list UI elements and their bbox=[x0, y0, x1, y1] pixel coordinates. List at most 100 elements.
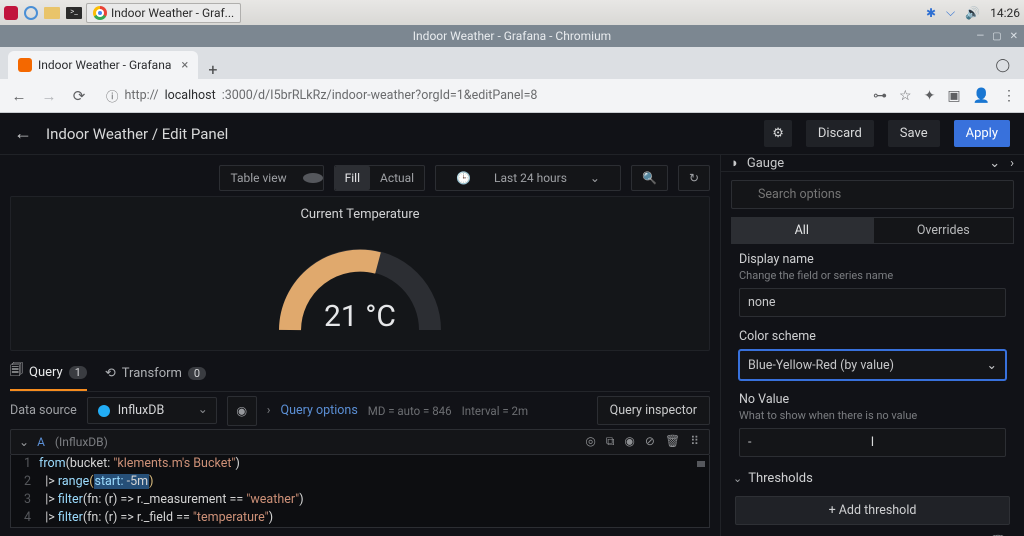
os-taskbar: >_ Indoor Weather - Graf... ✱ ⌵ 🔊 14:26 bbox=[0, 0, 1024, 25]
bluetooth-icon[interactable]: ✱ bbox=[926, 6, 936, 20]
no-value-label: No Value bbox=[739, 392, 1006, 407]
browser-launcher-icon[interactable] bbox=[24, 6, 38, 20]
grafana-header: ← Indoor Weather / Edit Panel ⚙ Discard … bbox=[0, 113, 1024, 155]
query-options-link[interactable]: Query options bbox=[281, 403, 358, 418]
chrome-menu-icon[interactable]: ◯ bbox=[995, 58, 1010, 73]
gauge-chart: 21 °C bbox=[260, 230, 460, 340]
md-info: MD = auto = 846 bbox=[368, 404, 452, 418]
chevron-right-icon[interactable]: › bbox=[1010, 156, 1014, 171]
fill-actual-toggle[interactable]: FillActual bbox=[334, 165, 426, 191]
query-count-badge: 1 bbox=[69, 366, 87, 379]
clock-icon: 🕒 bbox=[446, 166, 481, 190]
chevron-down-icon: ⌄ bbox=[987, 357, 997, 373]
grafana-favicon-icon bbox=[18, 58, 32, 72]
chrome-overflow-icon[interactable]: ⋮ bbox=[1002, 88, 1016, 104]
bookmark-icon[interactable]: ☆ bbox=[899, 88, 912, 104]
key-icon[interactable]: ⊶ bbox=[873, 88, 887, 104]
no-value-input[interactable]: - I bbox=[739, 428, 1006, 457]
clock[interactable]: 14:26 bbox=[990, 6, 1020, 20]
query-label: A bbox=[37, 435, 55, 449]
flux-editor[interactable]: 1from(bucket: "klements.m's Bucket") 2 |… bbox=[10, 455, 710, 529]
options-search-input[interactable] bbox=[731, 180, 1014, 209]
address-bar[interactable]: ⓘ http:// localhost :3000/d/I5brRLkRz/indo… bbox=[98, 83, 865, 108]
window-maximize-icon[interactable]: ▢ bbox=[992, 31, 1001, 42]
chrome-tab[interactable]: Indoor Weather - Grafana × bbox=[8, 51, 198, 79]
add-threshold-button[interactable]: + Add threshold bbox=[735, 496, 1010, 525]
window-minimize-icon[interactable]: — bbox=[976, 31, 984, 42]
minimap-icon bbox=[697, 461, 705, 467]
url-host: localhost bbox=[165, 88, 216, 103]
volume-icon[interactable]: 🔊 bbox=[965, 6, 980, 20]
disable-icon[interactable]: ⊘ bbox=[645, 434, 655, 449]
apply-button[interactable]: Apply bbox=[954, 120, 1010, 147]
wifi-icon[interactable]: ⌵ bbox=[946, 5, 955, 20]
toggle-visibility-icon[interactable]: ◉ bbox=[624, 434, 634, 449]
query-icon: 🗐 bbox=[10, 361, 23, 383]
chevron-down-icon: ⌄ bbox=[580, 166, 610, 190]
query-row-header[interactable]: ⌄ A (InfluxDB) ◎ ⧉ ◉ ⊘ 🗑 ⠿ bbox=[10, 429, 710, 455]
profile-icon[interactable]: 👤 bbox=[973, 88, 990, 104]
display-name-label: Display name bbox=[739, 252, 1006, 267]
datasource-select[interactable]: InfluxDB bbox=[87, 397, 217, 424]
gear-icon: ⚙ bbox=[772, 126, 784, 141]
visualization-picker[interactable]: ◗ Gauge ⌄ › bbox=[721, 155, 1024, 172]
site-info-icon[interactable]: ⓘ bbox=[106, 86, 119, 105]
tab-close-icon[interactable]: × bbox=[181, 58, 188, 73]
terminal-launcher-icon[interactable]: >_ bbox=[66, 7, 82, 19]
reload-button[interactable]: ⟳ bbox=[68, 87, 90, 105]
tab-transform[interactable]: ⟲ Transform 0 bbox=[105, 366, 206, 387]
refresh-button[interactable]: ↻ bbox=[678, 165, 710, 191]
extensions-icon[interactable]: ✦ bbox=[924, 88, 936, 104]
color-scheme-select[interactable]: Blue-Yellow-Red (by value) ⌄ bbox=[739, 350, 1006, 380]
panel-preview: Current Temperature 21 °C bbox=[10, 196, 710, 351]
breadcrumb: Indoor Weather / Edit Panel bbox=[46, 125, 228, 143]
tab-query[interactable]: 🗐 Query 1 bbox=[10, 361, 87, 391]
datasource-help-button[interactable]: ◉ bbox=[227, 396, 257, 426]
thresholds-section[interactable]: ⌄ Thresholds bbox=[721, 461, 1024, 490]
datasource-label: Data source bbox=[10, 403, 77, 418]
transform-count-badge: 0 bbox=[188, 367, 206, 380]
window-title: Indoor Weather - Grafana - Chromium bbox=[413, 29, 611, 43]
extension2-icon[interactable]: ▣ bbox=[947, 88, 960, 104]
tab-all[interactable]: All bbox=[731, 217, 873, 244]
trash-icon[interactable]: 🗑 bbox=[665, 434, 680, 449]
help-icon: ◉ bbox=[236, 403, 247, 419]
settings-button[interactable]: ⚙ bbox=[764, 120, 792, 147]
query-inspector-button[interactable]: Query inspector bbox=[597, 396, 710, 425]
query-help-icon[interactable]: ◎ bbox=[585, 434, 595, 449]
table-view-toggle[interactable]: Table view bbox=[219, 165, 323, 191]
forward-button: → bbox=[38, 87, 60, 105]
no-value-hint: What to show when there is no value bbox=[739, 409, 1006, 422]
url-prefix: http:// bbox=[125, 88, 159, 103]
zoom-out-button[interactable]: 🔍 bbox=[631, 165, 668, 191]
tab-overrides[interactable]: Overrides bbox=[873, 217, 1015, 244]
save-button[interactable]: Save bbox=[888, 120, 940, 147]
back-arrow-icon[interactable]: ← bbox=[14, 123, 32, 144]
transform-icon: ⟲ bbox=[105, 366, 116, 381]
duplicate-icon[interactable]: ⧉ bbox=[606, 434, 615, 449]
color-scheme-label: Color scheme bbox=[739, 329, 1006, 344]
influxdb-icon bbox=[98, 405, 110, 417]
threshold-row[interactable]: 80 🗑 bbox=[721, 531, 1024, 536]
zoom-out-icon: 🔍 bbox=[632, 166, 667, 190]
files-launcher-icon[interactable] bbox=[44, 7, 60, 19]
drag-handle-icon[interactable]: ⠿ bbox=[690, 434, 699, 449]
discard-button[interactable]: Discard bbox=[806, 120, 874, 147]
new-tab-button[interactable]: + bbox=[208, 60, 217, 79]
back-button[interactable]: ← bbox=[8, 87, 30, 105]
taskbar-window-button[interactable]: Indoor Weather - Graf... bbox=[86, 3, 241, 23]
chrome-tab-title: Indoor Weather - Grafana bbox=[38, 58, 171, 72]
chromium-icon bbox=[93, 6, 107, 20]
window-close-icon[interactable]: ✕ bbox=[1010, 31, 1018, 42]
chevron-down-icon[interactable]: ⌄ bbox=[11, 435, 37, 449]
window-titlebar: Indoor Weather - Grafana - Chromium — ▢ … bbox=[0, 25, 1024, 47]
url-path: :3000/d/I5brRLkRz/indoor-weather?orgId=1… bbox=[222, 88, 538, 103]
interval-info: Interval = 2m bbox=[462, 404, 528, 418]
raspberry-menu-icon[interactable] bbox=[4, 6, 18, 20]
gauge-viz-icon: ◗ bbox=[731, 155, 739, 171]
chevron-down-icon: ⌄ bbox=[733, 472, 742, 485]
display-name-input[interactable]: none bbox=[739, 288, 1006, 317]
panel-title: Current Temperature bbox=[21, 207, 699, 222]
time-range-picker[interactable]: 🕒 Last 24 hours ⌄ bbox=[435, 165, 621, 191]
taskbar-window-title: Indoor Weather - Graf... bbox=[111, 6, 234, 20]
